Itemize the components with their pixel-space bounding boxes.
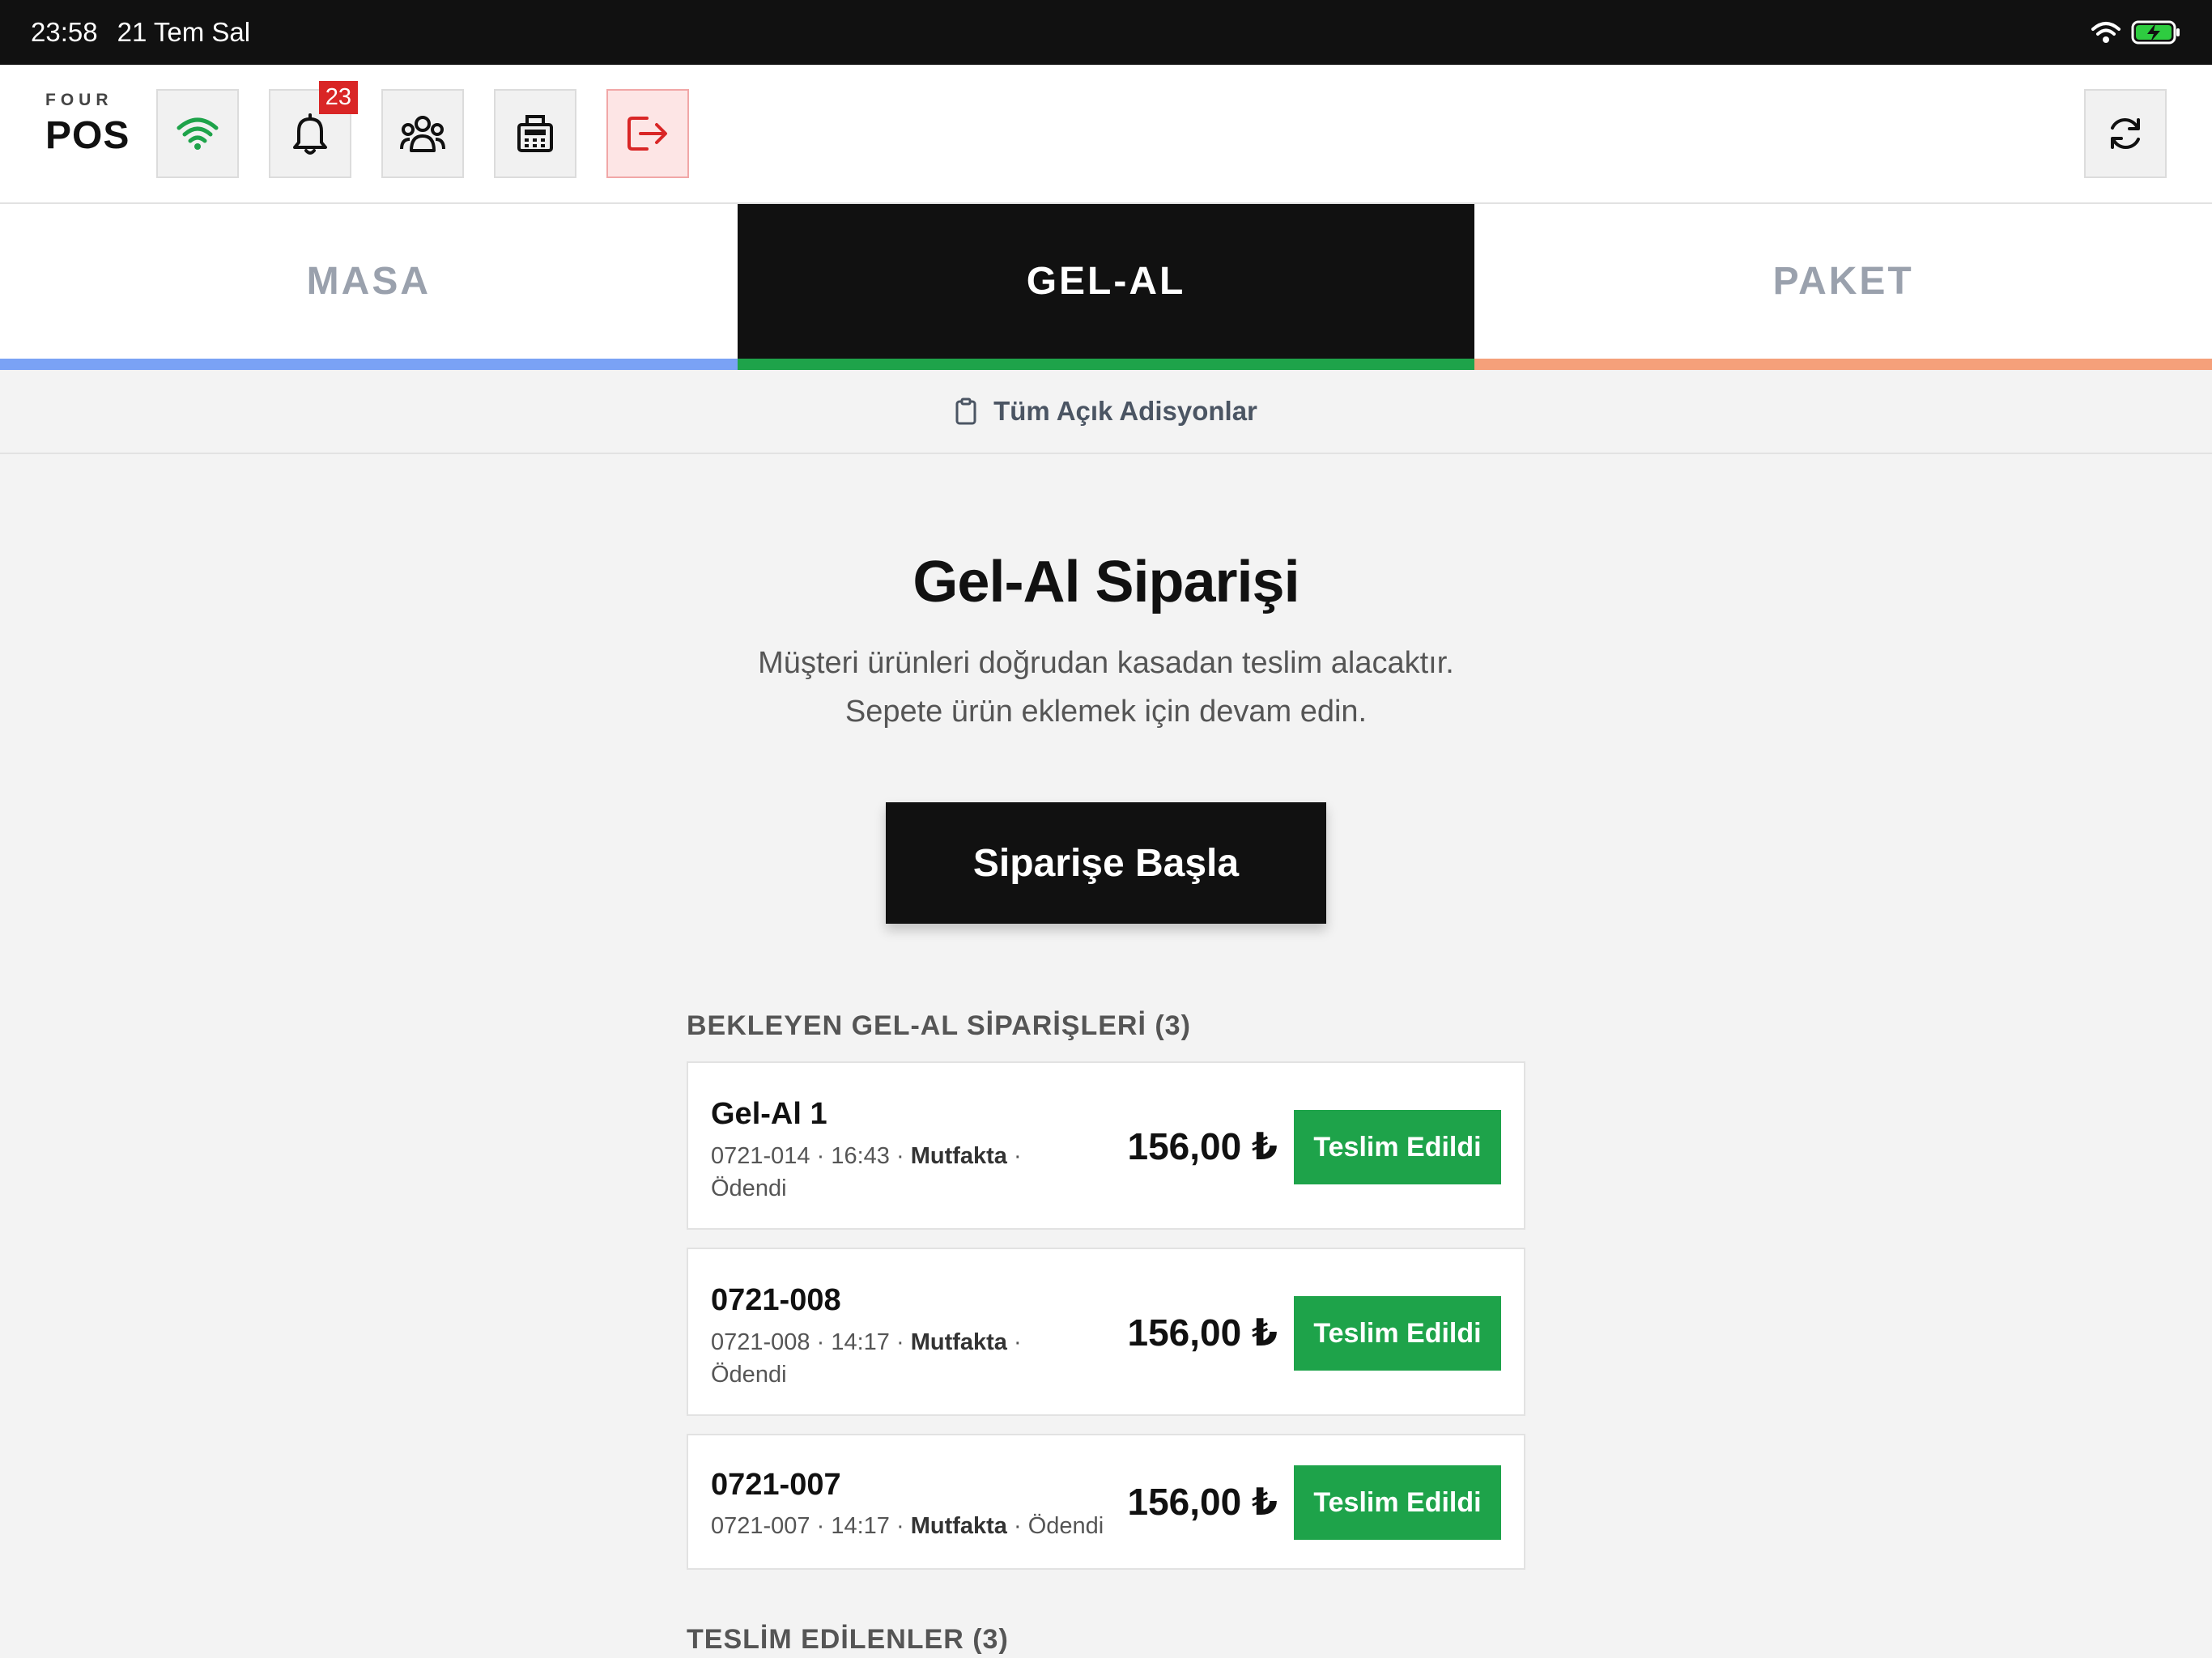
page-description-line-1: Müşteri ürünleri doğrudan kasadan teslim… <box>758 646 1454 680</box>
logo-top-text: FOUR <box>45 91 113 109</box>
order-payment-status: Ödendi <box>1027 1513 1104 1539</box>
order-time: 14:17 <box>831 1329 890 1355</box>
status-time: 23:58 <box>31 17 98 47</box>
order-code: 0721-014 <box>711 1143 810 1169</box>
pending-section-header: BEKLEYEN GEL-AL SİPARİŞLERİ (3) <box>687 1010 1191 1041</box>
order-payment-status: Ödendi <box>711 1175 787 1201</box>
bell-icon <box>293 113 327 155</box>
all-open-checks-label: Tüm Açık Adisyonlar <box>993 396 1257 426</box>
order-code: 0721-008 <box>711 1329 810 1355</box>
delivered-section-header: TESLİM EDİLENLER (3) <box>687 1624 1009 1655</box>
order-location: Mutfakta <box>910 1329 1007 1355</box>
tab-paket[interactable]: PAKET <box>1474 204 2212 370</box>
order-price: 156,00 ₺ <box>1127 1125 1278 1167</box>
customers-button[interactable] <box>381 89 464 178</box>
order-time: 14:17 <box>831 1513 890 1539</box>
app-logo: FOUR POS <box>45 91 130 158</box>
pending-order-card: 0721-007 0721-007 · 14:17 · Mutfakta · Ö… <box>687 1434 1525 1570</box>
order-meta: 0721-007 · 14:17 · Mutfakta · Ödendi <box>711 1513 1104 1539</box>
tab-gel-al[interactable]: GEL-AL <box>737 204 1475 370</box>
wifi-icon <box>177 117 219 150</box>
logout-icon <box>627 117 667 151</box>
order-location: Mutfakta <box>910 1513 1007 1539</box>
order-meta: 0721-008 · 14:17 · Mutfakta · Ödendi <box>711 1329 1022 1388</box>
top-header: FOUR POS 23 <box>0 65 2212 204</box>
clipboard-icon <box>955 397 976 425</box>
mark-delivered-button[interactable]: Teslim Edildi <box>1294 1296 1501 1371</box>
all-open-checks-link[interactable]: Tüm Açık Adisyonlar <box>0 370 2212 454</box>
wifi-button[interactable] <box>156 89 239 178</box>
order-time: 16:43 <box>831 1143 890 1169</box>
order-code: 0721-007 <box>711 1513 810 1539</box>
order-payment-status: Ödendi <box>711 1362 787 1388</box>
pending-order-card: 0721-008 0721-008 · 14:17 · Mutfakta · Ö… <box>687 1248 1525 1416</box>
order-meta: 0721-014 · 16:43 · Mutfakta · Ödendi <box>711 1143 1022 1201</box>
order-type-tabs: MASA GEL-AL PAKET <box>0 204 2212 370</box>
mark-delivered-button[interactable]: Teslim Edildi <box>1294 1110 1501 1184</box>
notifications-button[interactable]: 23 <box>269 81 358 178</box>
status-bar: 23:58 21 Tem Sal <box>0 0 2212 65</box>
cash-register-button[interactable] <box>494 89 576 178</box>
cash-register-icon <box>517 115 553 152</box>
refresh-icon <box>2111 117 2140 150</box>
refresh-button[interactable] <box>2084 89 2167 178</box>
pending-order-card: Gel-Al 1 0721-014 · 16:43 · Mutfakta · Ö… <box>687 1061 1525 1230</box>
order-name: Gel-Al 1 <box>711 1097 827 1131</box>
page-title: Gel-Al Siparişi <box>912 550 1300 614</box>
order-name: 0721-008 <box>711 1283 841 1317</box>
tab-masa[interactable]: MASA <box>0 204 738 370</box>
start-order-button[interactable]: Siparişe Başla <box>886 802 1326 924</box>
users-icon <box>400 116 445 152</box>
page-description-line-2: Sepete ürün eklemek için devam edin. <box>844 695 1368 729</box>
logo-bottom-text: POS <box>45 114 130 157</box>
order-location: Mutfakta <box>910 1143 1007 1169</box>
status-date: 21 Tem Sal <box>117 17 251 47</box>
mark-delivered-button[interactable]: Teslim Edildi <box>1294 1465 1501 1540</box>
order-price: 156,00 ₺ <box>1127 1481 1278 1523</box>
logout-button[interactable] <box>606 89 689 178</box>
battery-charging-icon <box>2131 20 2180 45</box>
order-name: 0721-007 <box>711 1468 841 1502</box>
order-price: 156,00 ₺ <box>1127 1312 1278 1354</box>
wifi-status-icon <box>2091 22 2121 43</box>
notification-badge: 23 <box>318 81 358 114</box>
